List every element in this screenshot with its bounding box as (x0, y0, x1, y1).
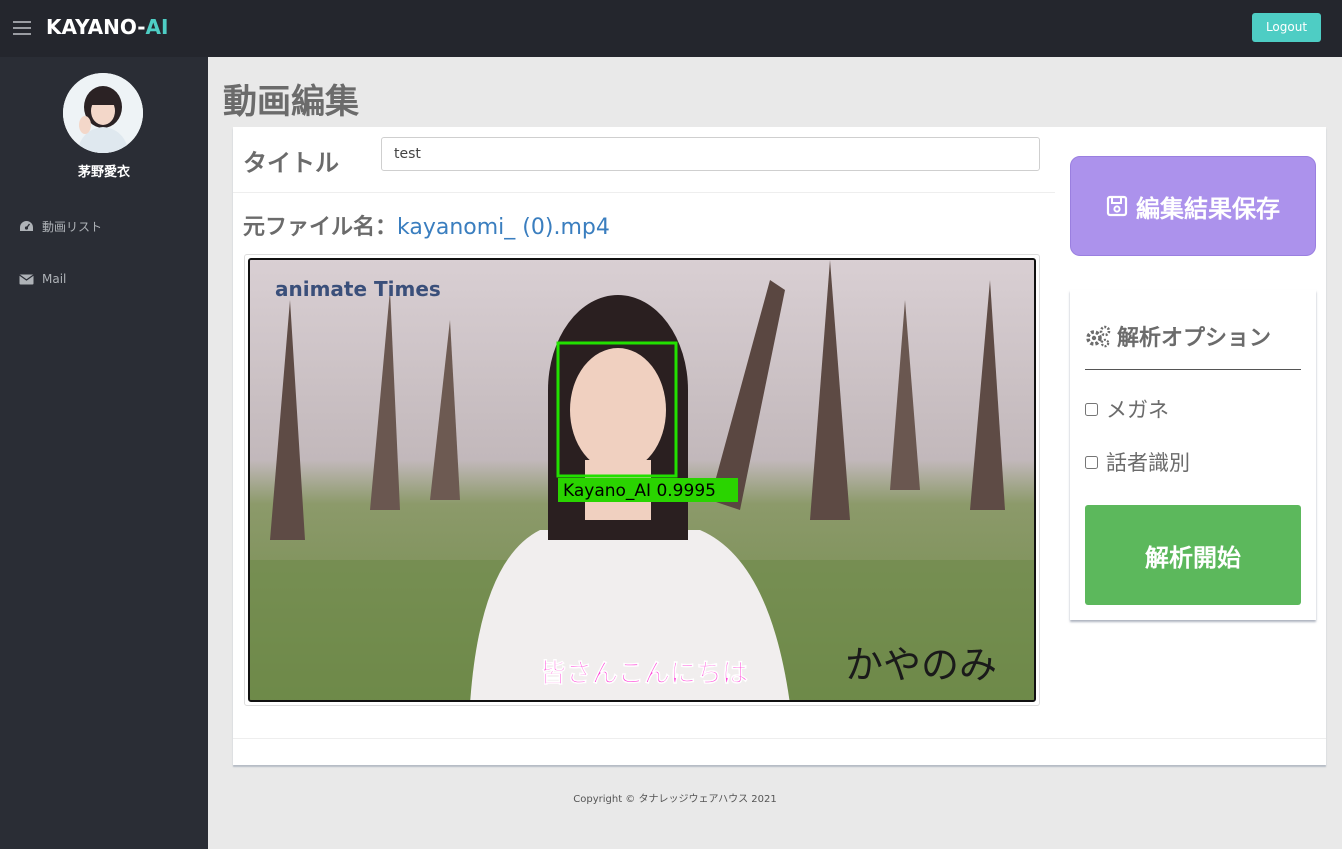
divider (233, 738, 1326, 739)
glasses-option[interactable]: メガネ (1085, 394, 1169, 424)
divider (1085, 369, 1301, 370)
video-subtitle: 皆さんこんにちは (540, 659, 748, 689)
save-result-label: 編集結果保存 (1136, 194, 1280, 223)
logout-button[interactable]: Logout (1252, 13, 1321, 42)
speaker-id-checkbox[interactable] (1085, 455, 1098, 469)
options-title-label: 解析オプション (1117, 326, 1272, 351)
page-title: 動画編集 (223, 82, 359, 122)
analysis-options-panel: 解析オプション メガネ 話者識別 解析開始 (1070, 290, 1316, 620)
glasses-checkbox[interactable] (1085, 402, 1098, 416)
video-logo: かやのみ (845, 643, 997, 687)
options-title: 解析オプション (1085, 320, 1271, 352)
brand-main: KAYANO- (46, 15, 146, 39)
title-label: タイトル (243, 149, 339, 177)
source-file-name[interactable]: kayanomi_ (0).mp4 (397, 215, 610, 240)
sidebar-item-label: Mail (42, 272, 67, 286)
floppy-disk-icon (1106, 195, 1128, 217)
source-file-row: 元ファイル名：kayanomi_ (0).mp4 (243, 209, 610, 241)
dashboard-icon (18, 219, 34, 233)
title-input[interactable] (381, 137, 1040, 171)
sidebar: 茅野愛衣 動画リスト Mail (0, 57, 208, 849)
sidebar-item-video-list[interactable]: 動画リスト (18, 214, 208, 238)
start-analysis-button[interactable]: 解析開始 (1085, 505, 1301, 605)
video-watermark: animate Times (275, 277, 441, 301)
cogs-icon (1085, 324, 1111, 348)
speaker-id-label: 話者識別 (1106, 451, 1190, 475)
envelope-icon (18, 272, 34, 286)
footer-copyright: Copyright © タナレッジウェアハウス 2021 (573, 794, 777, 805)
divider (233, 192, 1055, 193)
detection-label: Kayano_AI 0.9995 (563, 481, 716, 501)
save-result-button[interactable]: 編集結果保存 (1070, 156, 1316, 256)
avatar[interactable] (63, 73, 143, 153)
top-navbar: KAYANO-AI Logout (0, 0, 1342, 57)
speaker-id-option[interactable]: 話者識別 (1085, 447, 1190, 477)
hamburger-icon[interactable] (13, 21, 31, 35)
video-frame: Kayano_AI 0.9995 animate Times 皆さんこんにちは … (244, 254, 1040, 706)
profile-name: 茅野愛衣 (77, 165, 130, 180)
sidebar-item-mail[interactable]: Mail (18, 267, 208, 291)
video-player[interactable]: Kayano_AI 0.9995 animate Times 皆さんこんにちは … (248, 258, 1036, 702)
glasses-label: メガネ (1106, 398, 1169, 422)
brand-accent: AI (145, 15, 169, 39)
app-brand[interactable]: KAYANO-AI (46, 15, 168, 39)
source-file-label: 元ファイル名： (243, 215, 398, 240)
sidebar-item-label: 動画リスト (42, 219, 103, 234)
